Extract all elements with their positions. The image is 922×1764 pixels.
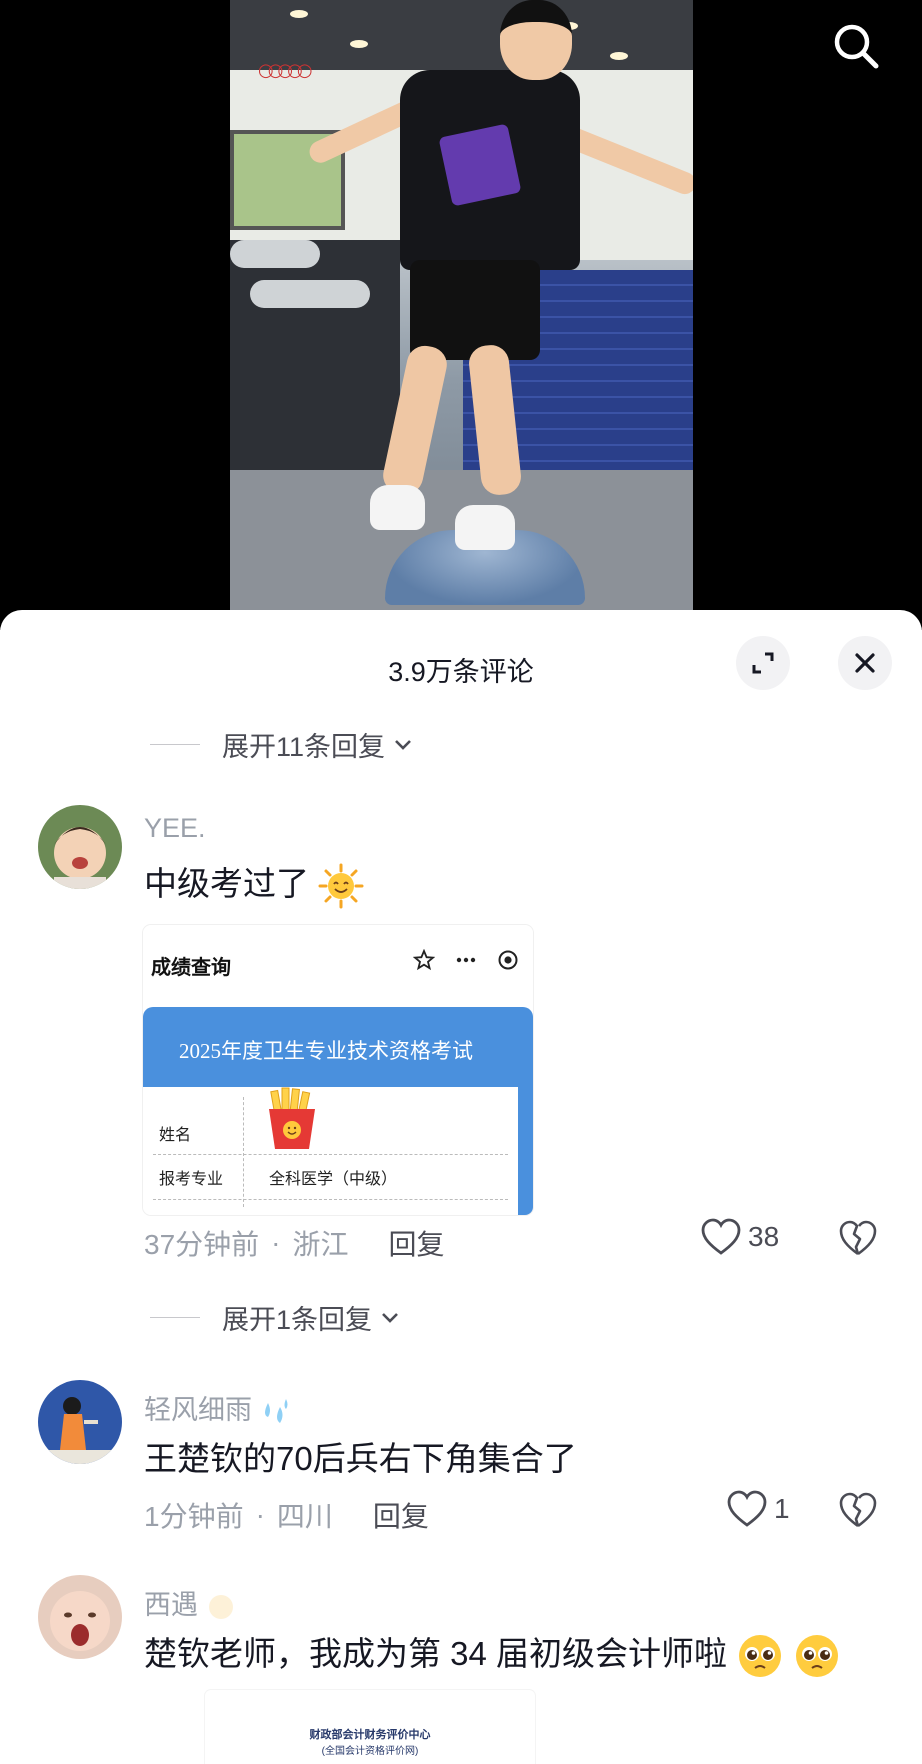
comment-text: 楚钦老师，我成为第 34 届初级会计师啦 (144, 1627, 841, 1680)
fries-icon (261, 1087, 323, 1151)
star-icon (413, 949, 435, 971)
comment-location: 四川 (276, 1501, 333, 1532)
comment-image-attachment[interactable]: 成绩查询 2025年度卫生专业技术资格考试 姓名 报考专业 全科医学（中级） (143, 925, 533, 1215)
video-frame[interactable]: ○○○○○ (230, 0, 693, 612)
comment-time: 1分钟前 (144, 1501, 244, 1532)
like-button[interactable]: 38 (700, 1217, 779, 1257)
moon-icon (208, 1594, 233, 1619)
dislike-button[interactable] (838, 1491, 878, 1531)
comment-text-body: 楚钦老师，我成为第 34 届初级会计师啦 (144, 1635, 728, 1672)
score-table: 姓名 报考专业 全科医学（中级） (143, 1087, 518, 1215)
meta-separator: · (255, 1499, 265, 1530)
name-label: 姓名 (159, 1127, 192, 1144)
exam-banner-title: 2025年度卫生专业技术资格考试 (179, 1039, 473, 1063)
pleading-face-icon (796, 1635, 839, 1678)
meta-separator: · (271, 1227, 281, 1258)
like-button[interactable]: 1 (726, 1489, 790, 1529)
comment-item: YEE. 中级考过了 成绩查询 2025年度卫生专业技术资格考试 姓名 报考专业… (0, 805, 922, 1375)
search-button[interactable] (828, 18, 884, 74)
reply-button[interactable]: 回复 (373, 1495, 429, 1535)
heart-icon (701, 1218, 741, 1255)
video-player[interactable]: ○○○○○ (0, 0, 922, 630)
reply-button[interactable]: 回复 (389, 1223, 445, 1263)
comment-username-text: 轻风细雨 (144, 1395, 252, 1425)
expand-button[interactable] (736, 636, 790, 690)
avatar[interactable] (38, 805, 122, 889)
divider-line (150, 743, 200, 745)
broken-heart-icon (839, 1220, 877, 1256)
person-head (500, 0, 572, 80)
attachment-app-icons (413, 949, 519, 971)
chevron-down-icon (395, 740, 411, 750)
close-icon (855, 653, 875, 673)
divider-line (150, 1316, 200, 1318)
table-divider (153, 1154, 508, 1155)
comment-image-attachment[interactable]: 财政部会计财务评价中心 (全国会计资格评价网) (205, 1690, 535, 1764)
avatar[interactable] (38, 1575, 122, 1659)
comment-username[interactable]: 西遇 (144, 1583, 236, 1622)
olympic-rings-logo: ○○○○○ (258, 60, 313, 81)
record-icon (498, 950, 518, 970)
avatar-illustration (38, 1380, 122, 1464)
major-label: 报考专业 (159, 1171, 224, 1188)
person-shoe (455, 505, 515, 550)
droplets-icon (264, 1398, 288, 1423)
comment-username[interactable]: 轻风细雨 (144, 1388, 292, 1427)
expand-replies-label: 展开1条回复 (222, 1304, 373, 1335)
comment-meta: 1分钟前 · 四川 回复 (144, 1495, 429, 1535)
attachment-app-title: 成绩查询 (151, 957, 231, 979)
sun-face-icon (318, 863, 364, 909)
close-button[interactable] (838, 636, 892, 690)
person-shirt (400, 70, 580, 270)
expand-replies-label: 展开11条回复 (222, 731, 386, 762)
chevron-down-icon (382, 1313, 398, 1323)
banner-edge (518, 1087, 533, 1215)
person-shorts (410, 260, 540, 360)
comment-location: 浙江 (292, 1229, 349, 1260)
table-divider (243, 1097, 244, 1207)
comment-meta: 37分钟前 · 浙江 回复 (144, 1223, 445, 1263)
expand-replies-button[interactable]: 展开11条回复 (150, 724, 415, 764)
search-icon (834, 24, 879, 69)
exam-banner: 2025年度卫生专业技术资格考试 (143, 1007, 533, 1087)
avatar[interactable] (38, 1380, 122, 1464)
avatar-baby-photo (38, 1575, 122, 1659)
comment-time: 37分钟前 (144, 1229, 260, 1260)
attachment-org-subtitle: (全国会计资格评价网) (321, 1746, 419, 1757)
expand-replies-button[interactable]: 展开1条回复 (150, 1297, 402, 1337)
comment-username-text: 西遇 (144, 1590, 198, 1620)
comment-text-body: 中级考过了 (144, 865, 309, 902)
person-shoe (370, 485, 425, 530)
more-icon (456, 957, 476, 963)
equipment-rack (230, 240, 400, 470)
pleading-face-icon (739, 1635, 782, 1678)
comment-username[interactable]: YEE. (144, 813, 206, 844)
comment-sheet: 3.9万条评论 展开11条回复 YEE. 中级考过了 成绩查询 2025年度卫生… (0, 610, 922, 1764)
comment-text: 王楚钦的70后兵右下角集合了 (144, 1440, 577, 1477)
heart-icon (727, 1490, 767, 1527)
dislike-button[interactable] (838, 1219, 878, 1259)
comment-item: 轻风细雨 王楚钦的70后兵右下角集合了 1分钟前 · 四川 回复 1 (0, 1380, 922, 1550)
like-count: 38 (748, 1221, 780, 1252)
attachment-app-bar: 成绩查询 (143, 925, 533, 1007)
like-count: 1 (774, 1493, 790, 1524)
shirt-print (438, 123, 522, 207)
major-value: 全科医学（中级） (269, 1171, 398, 1188)
table-divider (153, 1199, 508, 1200)
attachment-org-name: 财政部会计财务评价中心 (309, 1729, 431, 1741)
broken-heart-icon (839, 1492, 877, 1528)
avatar-child-photo (38, 805, 122, 889)
comment-text: 中级考过了 (144, 857, 364, 909)
expand-icon (752, 652, 774, 674)
